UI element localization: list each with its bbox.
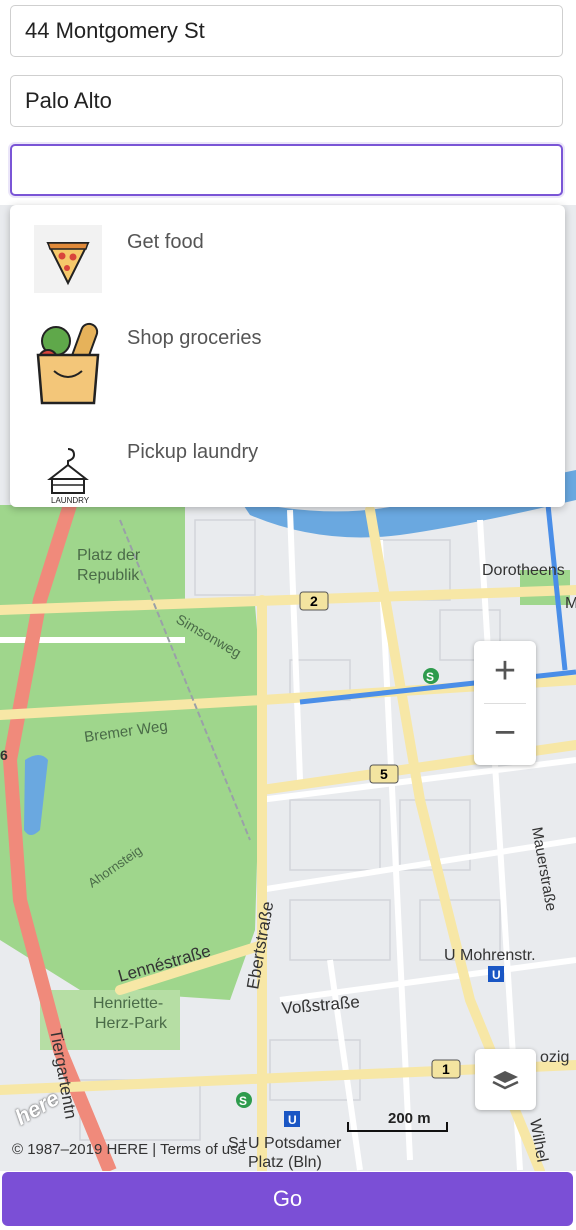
svg-text:S: S (239, 1094, 247, 1108)
origin-input[interactable]: 44 Montgomery St (10, 5, 563, 57)
map-label-republik: Republik (77, 567, 140, 584)
svg-text:U: U (492, 968, 501, 982)
suggestion-get-food[interactable]: Get food (10, 205, 565, 301)
go-button[interactable]: Go (2, 1172, 573, 1226)
grocery-bag-icon (34, 319, 102, 411)
destination-input[interactable]: Palo Alto (10, 75, 563, 127)
suggestion-shop-groceries[interactable]: Shop groceries (10, 301, 565, 405)
map-label-zig: ozig (540, 1049, 569, 1066)
zoom-control: + − (474, 641, 536, 765)
map-label-platz-bln: Platz (Bln) (248, 1154, 322, 1171)
scale-label: 200 m (388, 1110, 431, 1127)
layers-button[interactable] (475, 1049, 536, 1110)
suggestion-pickup-laundry[interactable]: LAUNDRY Pickup laundry (10, 415, 565, 511)
laundry-icon-text: LAUNDRY (51, 496, 90, 505)
map-label-mohrenstr: U Mohrenstr. (444, 947, 536, 964)
laundry-icon: LAUNDRY (34, 441, 102, 509)
zoom-in-button[interactable]: + (474, 641, 536, 703)
map-label-6: 6 (0, 747, 8, 763)
svg-text:S: S (426, 670, 434, 684)
route-2-label: 2 (310, 593, 318, 609)
map-label-platz: Platz der (77, 547, 141, 564)
copyright-text[interactable]: © 1987–2019 HERE | Terms of use (12, 1141, 246, 1158)
pizza-icon (34, 225, 102, 293)
route-5-label: 5 (380, 766, 388, 782)
suggestion-label: Pickup laundry (127, 441, 259, 463)
route-1-label: 1 (442, 1061, 450, 1077)
map-label-herz-park: Herz-Park (95, 1015, 168, 1032)
layers-icon (492, 1071, 519, 1090)
suggestion-label: Get food (127, 231, 204, 253)
suggestion-label: Shop groceries (127, 327, 262, 349)
zoom-out-button[interactable]: − (474, 703, 536, 765)
map-label-m: M (565, 595, 576, 612)
map-label-henriette: Henriette- (93, 995, 163, 1012)
svg-text:U: U (288, 1113, 297, 1127)
map-label-dorotheen: Dorotheens (482, 562, 565, 579)
suggestion-dropdown: Get food Shop groceries LAUNDRY Pickup l… (10, 205, 565, 507)
errand-input[interactable] (10, 144, 563, 196)
